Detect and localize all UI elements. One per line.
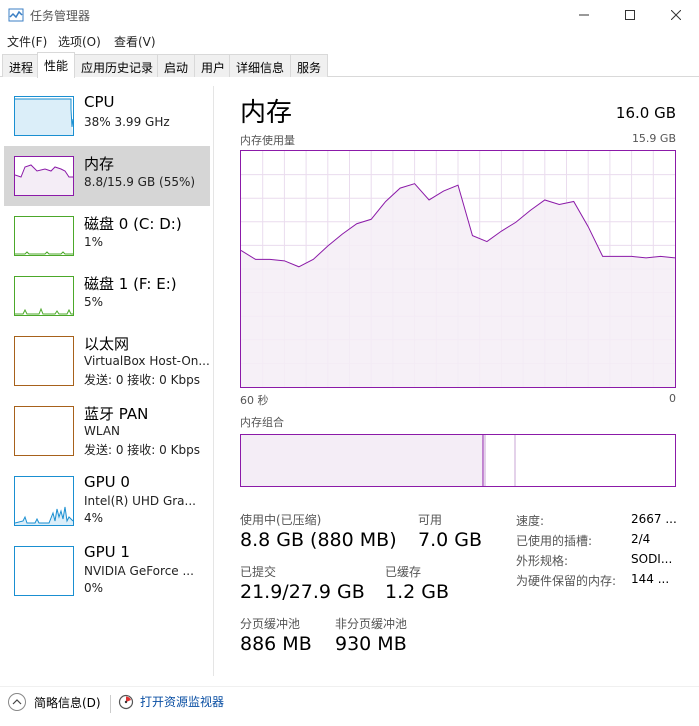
sidebar-item-usage: 4%: [84, 511, 104, 525]
composition-label: 内存组合: [240, 416, 284, 429]
tab-app-history[interactable]: 应用历史记录: [74, 54, 161, 77]
sidebar-item-disk0[interactable]: 磁盘 0 (C: D:) 1%: [4, 206, 210, 266]
memory-usage-chart: [240, 151, 676, 387]
menu-options[interactable]: 选项(O): [58, 33, 101, 50]
minimize-icon: [579, 14, 589, 16]
gpu1-thumbnail: [14, 546, 74, 596]
sidebar-item-detail: 5%: [84, 295, 104, 309]
chevron-up-icon: [8, 693, 26, 711]
slots-value: 2/4: [631, 532, 651, 546]
sidebar-item-throughput: 发送: 0 接收: 0 Kbps: [84, 443, 200, 457]
bluetooth-thumbnail: [14, 406, 74, 456]
sidebar-item-ethernet[interactable]: 以太网 VirtualBox Host-On... 发送: 0 接收: 0 Kb…: [4, 326, 210, 387]
gpu0-thumbnail: [14, 476, 74, 526]
task-manager-icon: [8, 8, 24, 22]
tab-users[interactable]: 用户: [194, 54, 233, 77]
tab-processes[interactable]: 进程: [2, 54, 41, 77]
window-title: 任务管理器: [30, 9, 91, 23]
paged-pool-label: 分页缓冲池: [240, 617, 301, 631]
sidebar-item-detail: VirtualBox Host-On...: [84, 354, 210, 368]
time-axis-left: 60 秒: [240, 394, 269, 407]
sidebar-item-disk1[interactable]: 磁盘 1 (F: E:) 5%: [4, 266, 210, 326]
menu-bar: 文件(F) 选项(O) 查看(V): [0, 30, 699, 52]
nonpaged-pool-label: 非分页缓冲池: [335, 617, 408, 631]
sidebar-item-cpu[interactable]: CPU 38% 3.99 GHz: [4, 86, 210, 146]
tab-startup[interactable]: 启动: [157, 54, 196, 77]
sidebar-item-gpu0[interactable]: GPU 0 Intel(R) UHD Gra... 4%: [4, 466, 210, 526]
slots-label: 已使用的插槽:: [516, 534, 593, 548]
sidebar-item-detail: WLAN: [84, 424, 121, 438]
fewer-details-button[interactable]: 简略信息(D): [8, 693, 101, 711]
form-factor-label: 外形规格:: [516, 554, 569, 568]
menu-view[interactable]: 查看(V): [114, 33, 156, 50]
time-axis-right: 0: [669, 392, 676, 405]
resource-monitor-icon: [118, 694, 134, 709]
sidebar-item-label: CPU: [84, 93, 115, 111]
sidebar: CPU 38% 3.99 GHz 内存 8.8/15.9 GB (55%) 磁盘…: [0, 86, 214, 676]
ethernet-thumbnail: [14, 336, 74, 386]
sidebar-item-gpu1[interactable]: GPU 1 NVIDIA GeForce ... 0%: [4, 536, 210, 596]
usage-graph-max: 15.9 GB: [631, 132, 676, 145]
sidebar-item-label: 磁盘 0 (C: D:): [84, 215, 182, 233]
sidebar-item-label: GPU 1: [84, 543, 130, 561]
sidebar-item-label: GPU 0: [84, 473, 130, 491]
cached-label: 已缓存: [385, 565, 422, 579]
close-button[interactable]: [653, 0, 699, 30]
sidebar-item-detail: 8.8/15.9 GB (55%): [84, 175, 196, 189]
open-resource-monitor-link[interactable]: 打开资源监视器: [118, 693, 224, 710]
committed-label: 已提交: [240, 565, 277, 579]
disk1-thumbnail: [14, 276, 74, 316]
sidebar-item-detail: NVIDIA GeForce ...: [84, 564, 194, 578]
tab-services[interactable]: 服务: [290, 54, 329, 77]
composition-modified: [484, 435, 514, 486]
reserved-label: 为硬件保留的内存:: [516, 574, 617, 588]
sidebar-item-label: 磁盘 1 (F: E:): [84, 275, 177, 293]
form-factor-value: SODI...: [631, 552, 673, 566]
reserved-value: 144 ...: [631, 572, 670, 586]
committed-value: 21.9/27.9 GB: [240, 581, 365, 603]
footer-divider: [110, 695, 111, 713]
cpu-thumbnail: [14, 96, 74, 136]
maximize-button[interactable]: [607, 0, 653, 30]
tab-details[interactable]: 详细信息: [229, 54, 292, 77]
memory-usage-graph: [240, 150, 676, 388]
sidebar-item-label: 蓝牙 PAN: [84, 405, 149, 423]
title-bar: 任务管理器: [0, 0, 699, 30]
disk0-thumbnail: [14, 216, 74, 256]
tab-performance[interactable]: 性能: [37, 52, 76, 78]
sidebar-item-label: 以太网: [84, 335, 130, 353]
sidebar-item-throughput: 发送: 0 接收: 0 Kbps: [84, 373, 200, 387]
available-value: 7.0 GB: [418, 529, 483, 551]
in-use-value: 8.8 GB (880 MB): [240, 529, 397, 551]
tab-bar: 进程 性能 应用历史记录 启动 用户 详细信息 服务: [0, 52, 699, 78]
memory-composition-bar: [240, 434, 676, 487]
sidebar-item-bluetooth-pan[interactable]: 蓝牙 PAN WLAN 发送: 0 接收: 0 Kbps: [4, 396, 210, 457]
memory-total: 16.0 GB: [615, 104, 676, 122]
sidebar-item-label: 内存: [84, 155, 115, 173]
nonpaged-pool-value: 930 MB: [335, 633, 407, 655]
in-use-label: 使用中(已压缩): [240, 513, 322, 527]
available-label: 可用: [418, 513, 443, 527]
speed-label: 速度:: [516, 514, 545, 528]
close-icon: [671, 10, 681, 20]
composition-in-use: [241, 435, 483, 486]
menu-file[interactable]: 文件(F): [7, 33, 47, 50]
page-title: 内存: [240, 98, 293, 128]
fewer-details-label: 简略信息(D): [34, 695, 101, 710]
paged-pool-value: 886 MB: [240, 633, 312, 655]
composition-chart: [241, 435, 516, 486]
maximize-icon: [625, 10, 635, 20]
minimize-button[interactable]: [561, 0, 607, 30]
memory-thumbnail: [14, 156, 74, 196]
open-resource-monitor-label: 打开资源监视器: [140, 695, 225, 709]
usage-graph-label: 内存使用量: [240, 134, 295, 147]
footer: 简略信息(D) 打开资源监视器: [0, 686, 699, 726]
sidebar-item-memory[interactable]: 内存 8.8/15.9 GB (55%): [4, 146, 210, 206]
speed-value: 2667 ...: [631, 512, 677, 526]
sidebar-item-detail: 1%: [84, 235, 104, 249]
sidebar-item-detail: 38% 3.99 GHz: [84, 115, 170, 129]
sidebar-item-detail: Intel(R) UHD Gra...: [84, 494, 196, 508]
cached-value: 1.2 GB: [385, 581, 450, 603]
sidebar-item-usage: 0%: [84, 581, 104, 595]
